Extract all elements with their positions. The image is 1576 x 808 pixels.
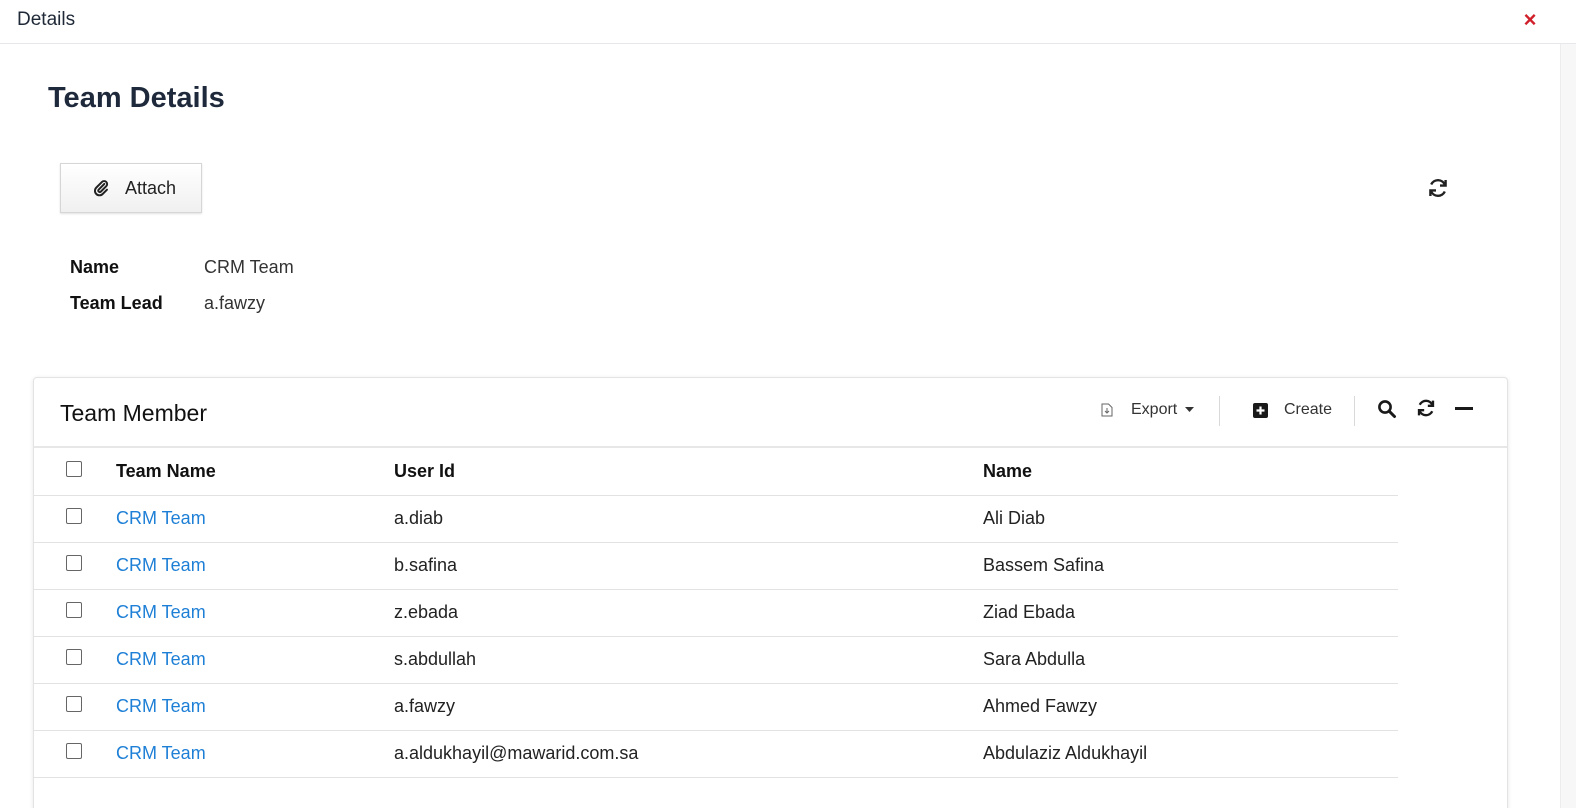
table-row: CRM Team a.aldukhayil@mawarid.com.sa Abd… [34, 730, 1398, 778]
user-id-cell: a.aldukhayil@mawarid.com.sa [394, 730, 983, 778]
table-row: CRM Team b.safina Bassem Safina [34, 542, 1398, 590]
name-cell: Ahmed Fawzy [983, 683, 1398, 731]
plus-square-icon [1253, 402, 1268, 418]
dialog-header: Details × [0, 0, 1576, 44]
file-icon [1101, 403, 1113, 417]
row-checkbox[interactable] [66, 555, 82, 571]
column-header-user-id[interactable]: User Id [394, 449, 983, 496]
team-lead-label: Team Lead [70, 293, 163, 313]
row-checkbox[interactable] [66, 508, 82, 524]
close-icon[interactable]: × [1519, 8, 1541, 32]
team-name-link[interactable]: CRM Team [116, 743, 206, 763]
column-header-team-name[interactable]: Team Name [116, 449, 394, 496]
user-id-cell: z.ebada [394, 589, 983, 637]
table-header-row: Team Name User Id Name [34, 449, 1398, 496]
team-name-link[interactable]: CRM Team [116, 602, 206, 622]
dialog-title: Details [17, 9, 76, 30]
name-cell: Ali Diab [983, 495, 1398, 543]
user-id-cell: a.diab [394, 495, 983, 543]
row-checkbox[interactable] [66, 602, 82, 618]
attach-button-label: Attach [125, 177, 177, 198]
table-row: CRM Team a.diab Ali Diab [34, 495, 1398, 543]
page-title: Team Details [48, 82, 225, 114]
create-label: Create [1284, 401, 1333, 418]
caret-down-icon [1185, 407, 1195, 413]
row-checkbox[interactable] [66, 743, 82, 759]
refresh-icon[interactable] [1415, 397, 1437, 419]
row-checkbox[interactable] [66, 649, 82, 665]
table-row: CRM Team z.ebada Ziad Ebada [34, 589, 1398, 637]
user-id-cell: b.safina [394, 542, 983, 590]
team-lead-value: a.fawzy [204, 293, 266, 313]
select-all-checkbox[interactable] [66, 461, 82, 478]
table-row: CRM Team a.fawzy Ahmed Fawzy [34, 683, 1398, 731]
team-name-link[interactable]: CRM Team [116, 649, 206, 669]
team-name-link[interactable]: CRM Team [116, 696, 206, 716]
toolbar-divider [1354, 396, 1355, 426]
paperclip-icon [91, 178, 111, 198]
export-button[interactable]: Export [1101, 401, 1195, 419]
search-icon[interactable] [1377, 399, 1397, 419]
vertical-scrollbar[interactable] [1560, 44, 1576, 808]
team-member-table: Team Name User Id Name CRM Team a.diab A… [34, 449, 1398, 778]
name-cell: Abdulaziz Aldukhayil [983, 730, 1398, 778]
toolbar-divider [1219, 396, 1220, 426]
user-id-cell: s.abdullah [394, 636, 983, 684]
name-cell: Sara Abdulla [983, 636, 1398, 684]
panel-header-divider [34, 446, 1507, 448]
attach-button[interactable]: Attach [60, 163, 202, 213]
team-name-link[interactable]: CRM Team [116, 508, 206, 528]
row-checkbox[interactable] [66, 696, 82, 712]
name-label: Name [70, 257, 120, 277]
export-label: Export [1131, 401, 1178, 418]
table-row: CRM Team s.abdullah Sara Abdulla [34, 636, 1398, 684]
refresh-icon[interactable] [1426, 176, 1450, 200]
name-value: CRM Team [204, 257, 294, 277]
column-header-name[interactable]: Name [983, 449, 1398, 496]
create-button[interactable]: Create [1253, 401, 1332, 419]
name-cell: Bassem Safina [983, 542, 1398, 590]
team-member-panel: Team Member Export Create Team Name User… [33, 377, 1508, 808]
team-name-link[interactable]: CRM Team [116, 555, 206, 575]
name-cell: Ziad Ebada [983, 589, 1398, 637]
minus-icon[interactable] [1455, 407, 1473, 411]
panel-title: Team Member [60, 400, 207, 426]
user-id-cell: a.fawzy [394, 683, 983, 731]
